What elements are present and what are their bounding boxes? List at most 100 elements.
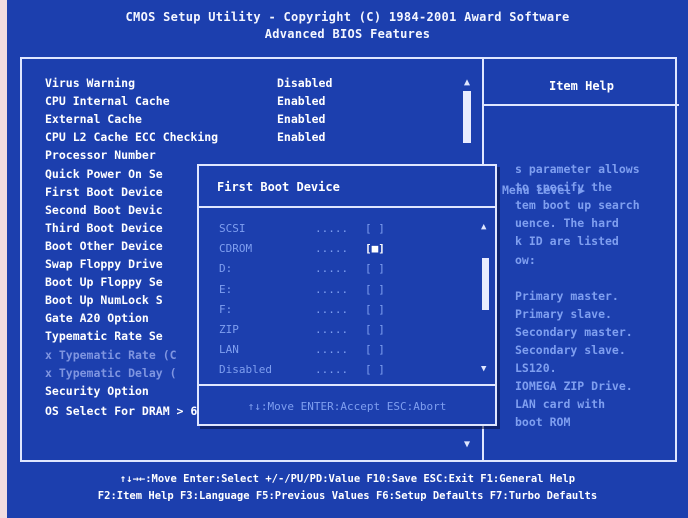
- setting-value[interactable]: Enabled: [277, 112, 325, 126]
- scroll-down-arrow-icon[interactable]: ▼: [464, 439, 470, 450]
- item-help-title: Item Help: [548, 79, 615, 93]
- option-name: CDROM: [219, 242, 253, 256]
- setting-row[interactable]: Gate A20 Option: [45, 311, 149, 325]
- setting-label: Virus Warning: [45, 76, 136, 90]
- option-name: D:: [219, 262, 233, 276]
- setting-row[interactable]: Typematic Rate Se: [45, 329, 163, 343]
- boot-device-option[interactable]: LAN..... [ ]: [219, 343, 385, 357]
- dialog-title: First Boot Device: [217, 180, 340, 194]
- setting-label: External Cache: [45, 112, 142, 127]
- setting-label: Boot Other Device: [45, 238, 163, 253]
- setting-label: Typematic Rate Se: [45, 329, 163, 344]
- option-checkbox[interactable]: [ ]: [365, 303, 385, 316]
- dialog-scrollbar-thumb[interactable]: [482, 258, 489, 310]
- help-line: boot ROM: [515, 415, 571, 430]
- dialog-help-text: ↑↓:Move ENTER:Accept ESC:Abort: [247, 400, 447, 413]
- setting-label: x Typematic Delay (: [45, 365, 177, 380]
- option-dots: .....: [315, 242, 349, 256]
- setting-label: Boot Up NumLock S: [45, 293, 163, 308]
- bios-title: CMOS Setup Utility - Copyright (C) 1984-…: [125, 10, 570, 24]
- setting-row[interactable]: x Typematic Delay (: [45, 366, 177, 380]
- option-dots: .....: [315, 363, 349, 377]
- help-line: IOMEGA ZIP Drive.: [515, 379, 633, 394]
- setting-label: OS Select For DRAM > 64MB: [45, 403, 219, 418]
- setting-value[interactable]: Enabled: [277, 94, 325, 108]
- setting-row[interactable]: Boot Other Device: [45, 239, 163, 253]
- option-checkbox[interactable]: [ ]: [365, 363, 385, 376]
- boot-device-option[interactable]: Disabled..... [ ]: [219, 363, 385, 377]
- help-line: Primary slave.: [515, 306, 612, 321]
- option-dots: .....: [315, 343, 349, 357]
- setting-row[interactable]: OS Select For DRAM > 64MBNon-OS2: [45, 403, 325, 418]
- boot-device-option[interactable]: D:..... [ ]: [219, 262, 385, 276]
- option-name: F:: [219, 302, 233, 316]
- setting-row[interactable]: Virus Warning Disabled: [45, 76, 332, 90]
- setting-row[interactable]: Second Boot Devic: [45, 203, 163, 217]
- option-dots: .....: [315, 302, 349, 316]
- help-title-divider: [484, 104, 679, 106]
- help-line: uence. The hard: [515, 216, 619, 231]
- help-line: k ID are listed: [515, 234, 619, 249]
- option-checkbox[interactable]: [ ]: [365, 222, 385, 235]
- help-line: LS120.: [515, 361, 557, 376]
- setting-value[interactable]: Enabled: [277, 130, 325, 144]
- help-line: Secondary slave.: [515, 343, 626, 357]
- help-line: to specify the: [515, 180, 612, 195]
- option-name: E:: [219, 282, 233, 296]
- setting-row[interactable]: Boot Up Floppy Se: [45, 275, 163, 289]
- bios-screen: CMOS Setup Utility - Copyright (C) 1984-…: [7, 0, 688, 518]
- setting-row[interactable]: x Typematic Rate (C: [45, 348, 177, 362]
- help-line: Primary master.: [515, 288, 619, 303]
- option-checkbox[interactable]: [ ]: [365, 262, 385, 275]
- footer-keys-line1: ↑↓→←:Move Enter:Select +/-/PU/PD:Value F…: [119, 473, 576, 485]
- setting-label: Boot Up Floppy Se: [45, 275, 163, 290]
- option-dots: .....: [315, 262, 349, 276]
- setting-row[interactable]: Security Option: [45, 384, 149, 398]
- help-line: Secondary master.: [515, 324, 633, 339]
- setting-row[interactable]: CPU L2 Cache ECC Checking Enabled: [45, 130, 325, 145]
- option-dots: .....: [315, 323, 349, 336]
- boot-device-option[interactable]: F:..... [ ]: [219, 302, 385, 316]
- help-line: tem boot up search: [515, 198, 640, 213]
- setting-row[interactable]: CPU Internal Cache Enabled: [45, 94, 325, 109]
- dialog-scroll-up-icon[interactable]: ▲: [481, 222, 486, 232]
- setting-label: CPU L2 Cache ECC Checking: [45, 130, 219, 145]
- setting-label: Second Boot Devic: [45, 202, 163, 217]
- setting-row[interactable]: External Cache Enabled: [45, 112, 325, 127]
- option-name: LAN: [219, 343, 239, 357]
- setting-value[interactable]: Disabled: [277, 76, 332, 90]
- setting-label: Gate A20 Option: [45, 311, 149, 326]
- setting-label: CPU Internal Cache: [45, 94, 170, 109]
- setting-label: Processor Number: [45, 148, 156, 163]
- option-checkbox[interactable]: [ ]: [365, 283, 385, 296]
- setting-label: x Typematic Rate (C: [45, 347, 177, 362]
- boot-device-option[interactable]: CDROM..... [■]: [219, 242, 385, 256]
- option-checkbox-selected[interactable]: [■]: [365, 242, 385, 255]
- dialog-scroll-down-icon[interactable]: ▼: [481, 364, 486, 374]
- option-dots: .....: [315, 282, 349, 296]
- boot-device-option[interactable]: SCSI..... [ ]: [219, 222, 385, 235]
- boot-device-option[interactable]: E:..... [ ]: [219, 282, 385, 296]
- help-line: s parameter allows: [515, 162, 640, 176]
- help-line: ow:: [515, 252, 536, 267]
- setting-row[interactable]: Processor Number: [45, 148, 156, 162]
- option-name: SCSI: [219, 222, 246, 235]
- option-checkbox[interactable]: [ ]: [365, 343, 385, 356]
- setting-label: First Boot Device: [45, 184, 163, 199]
- page-title: Advanced BIOS Features: [264, 27, 431, 41]
- help-line: LAN card with: [515, 397, 606, 412]
- setting-row[interactable]: First Boot Device: [45, 185, 163, 199]
- setting-label: Third Boot Device: [45, 220, 163, 235]
- setting-label: Security Option: [45, 383, 149, 398]
- setting-row[interactable]: Swap Floppy Drive: [45, 257, 163, 271]
- setting-row[interactable]: Boot Up NumLock S: [45, 293, 163, 307]
- setting-row[interactable]: Quick Power On Se: [45, 167, 163, 181]
- option-name: Disabled: [219, 363, 272, 377]
- main-scrollbar-thumb[interactable]: [463, 91, 471, 143]
- scroll-up-arrow-icon[interactable]: ▲: [464, 77, 470, 88]
- boot-device-option[interactable]: ZIP..... [ ]: [219, 323, 385, 336]
- setting-row[interactable]: Third Boot Device: [45, 221, 163, 235]
- option-checkbox[interactable]: [ ]: [365, 323, 385, 336]
- option-name: ZIP: [219, 323, 239, 336]
- option-dots: .....: [315, 222, 349, 235]
